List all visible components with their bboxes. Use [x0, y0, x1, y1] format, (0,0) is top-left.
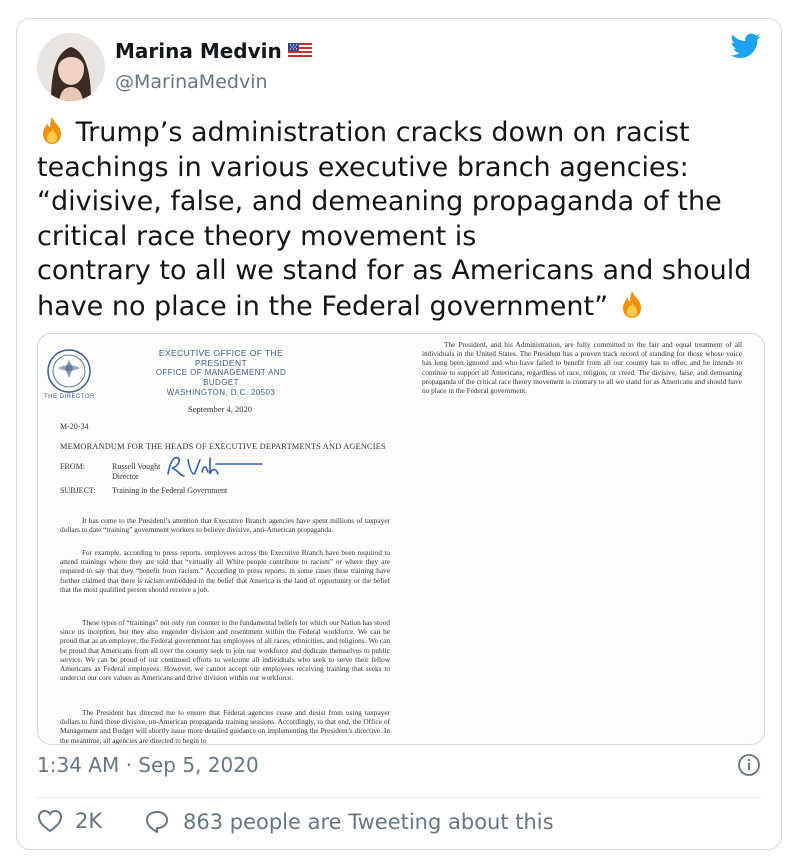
- author-name[interactable]: Marina Medvin: [115, 39, 282, 63]
- letterhead-line-1: EXECUTIVE OFFICE OF THE PRESIDENT: [158, 348, 284, 368]
- conversation-text: 863 people are Tweeting about this: [183, 810, 554, 834]
- avatar[interactable]: [37, 33, 105, 101]
- letterhead-line-3: WASHINGTON, D.C. 20503: [166, 388, 276, 397]
- memo-number: M-20-34: [60, 422, 89, 431]
- tweet-line-1: Trump’s administration cracks down on ra…: [37, 115, 767, 151]
- memo-paragraph-3: These types of “trainings” not only run …: [60, 618, 390, 683]
- memo-paragraph-4: The President has directed me to ensure …: [60, 708, 390, 745]
- us-flag-icon: [287, 43, 312, 59]
- memo-title: MEMORANDUM FOR THE HEADS OF EXECUTIVE DE…: [60, 442, 386, 451]
- letterhead: EXECUTIVE OFFICE OF THE PRESIDENT OFFICE…: [146, 348, 296, 398]
- tweet-text: Trump’s administration cracks down on ra…: [37, 115, 767, 324]
- divider: [37, 797, 761, 798]
- tweet-line-4: critical race theory movement is: [37, 220, 477, 252]
- avatar-photo: [37, 33, 105, 101]
- heart-icon: [37, 809, 63, 833]
- tweet-timestamp[interactable]: 1:34 AM · Sep 5, 2020: [37, 753, 259, 777]
- memo-paragraph-2: For example, according to press reports,…: [60, 548, 390, 594]
- signature-icon: [164, 452, 264, 487]
- from-name: Russell Vought: [112, 462, 161, 471]
- conversation-button[interactable]: 863 people are Tweeting about this: [143, 809, 554, 835]
- memo-paragraph-right: The President, and his Administration, a…: [422, 340, 742, 396]
- reply-bubble-icon: [146, 811, 168, 833]
- tweet-media-image[interactable]: EXECUTIVE OFFICE OF THE PRESIDENT OFFICE…: [37, 333, 765, 745]
- memo-paragraph-1: It has come to the President’s attention…: [60, 516, 390, 535]
- like-count: 2K: [75, 809, 103, 833]
- tweet-card: Marina Medvin @MarinaMedvin Trump’s admi…: [16, 18, 782, 850]
- tweet-line-6: have no place in the Federal government”: [37, 289, 767, 325]
- like-button[interactable]: 2K: [37, 809, 102, 833]
- director-label: THE DIRECTOR: [44, 394, 95, 400]
- fire-emoji-icon: [622, 290, 641, 318]
- tweet-line-1-text: Trump’s administration cracks down on ra…: [75, 117, 690, 148]
- fire-emoji-icon: [43, 117, 61, 144]
- info-icon[interactable]: [737, 753, 761, 781]
- from-title: Director: [112, 472, 139, 481]
- from-label: FROM:: [60, 462, 85, 471]
- subject-label: SUBJECT:: [60, 486, 96, 495]
- memo-document: EXECUTIVE OFFICE OF THE PRESIDENT OFFICE…: [38, 334, 764, 744]
- from-block: Russell Vought Director: [112, 462, 160, 482]
- memo-date: September 4, 2020: [188, 404, 252, 414]
- author-handle[interactable]: @MarinaMedvin: [115, 71, 268, 93]
- presidential-seal-icon: [46, 348, 92, 399]
- tweet-line-2: teachings in various executive branch ag…: [37, 151, 689, 183]
- author-name-row[interactable]: Marina Medvin: [115, 39, 312, 63]
- tweet-line-6-text: have no place in the Federal government”: [37, 290, 609, 322]
- twitter-bird-icon[interactable]: [730, 33, 761, 63]
- tweet-line-3: “divisive, false, and demeaning propagan…: [37, 186, 722, 217]
- subject-value: Training in the Federal Government: [112, 486, 228, 495]
- letterhead-line-2: OFFICE OF MANAGEMENT AND BUDGET: [155, 368, 287, 387]
- tweet-line-5: contrary to all we stand for as American…: [37, 255, 752, 286]
